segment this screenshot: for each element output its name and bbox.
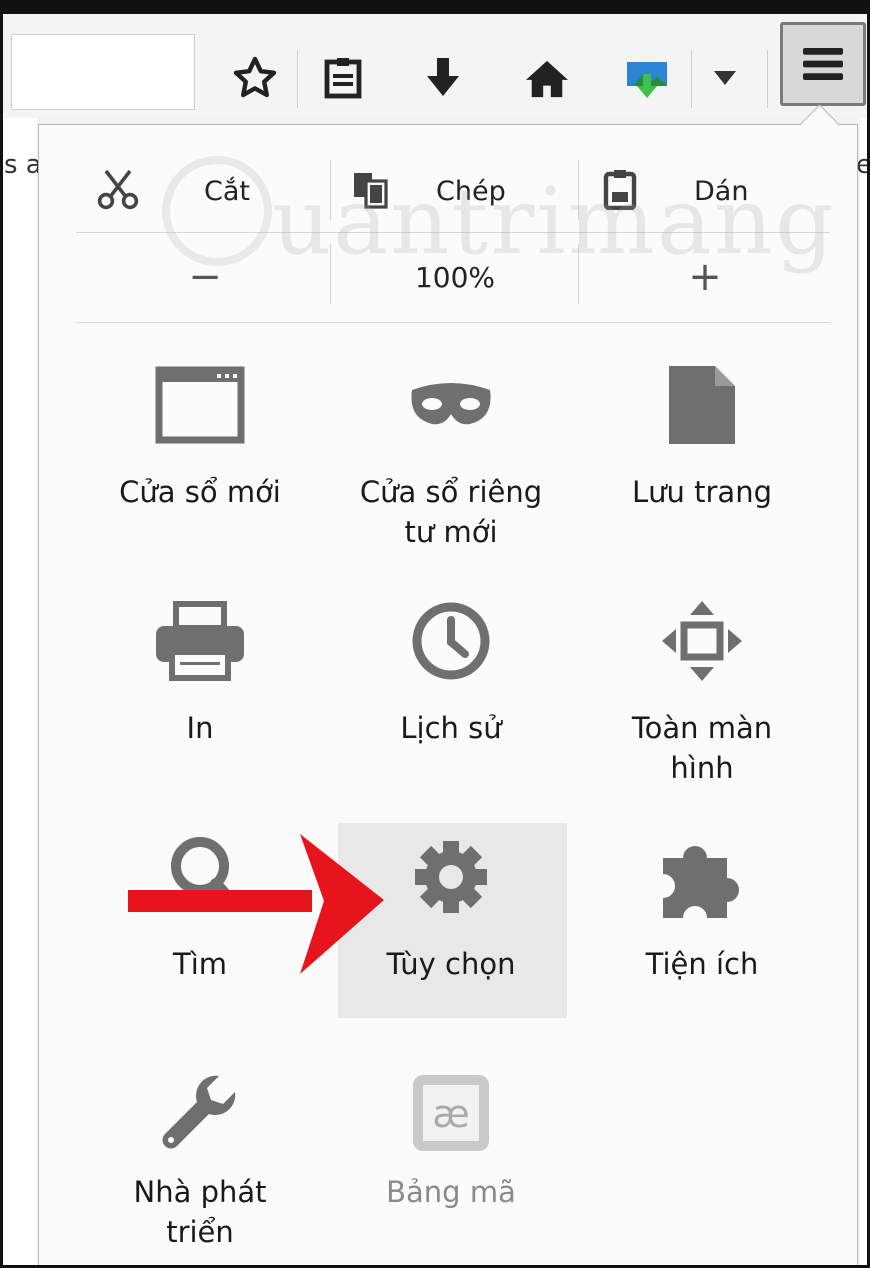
download-icon[interactable] (417, 52, 469, 104)
watermark-logo (162, 156, 272, 266)
item-label: Lưu trang (632, 475, 772, 509)
item-label-text: Nhà phát triển (133, 1175, 267, 1249)
history-clock-icon (336, 586, 566, 696)
page-content-right (860, 118, 867, 1268)
fullscreen-button[interactable]: Toàn màn hình (587, 586, 817, 788)
fullscreen-icon (587, 586, 817, 696)
printer-icon (85, 586, 315, 696)
extension-icon[interactable] (621, 52, 673, 104)
item-label: Cửa sổ mới (119, 475, 281, 509)
toolbar-separator (297, 50, 298, 108)
item-label: Nhà phát triển (85, 1172, 315, 1252)
character-encoding-button[interactable]: æ Bảng mã (336, 1058, 566, 1212)
toolbar (3, 14, 867, 118)
annotation-arrow (128, 828, 386, 982)
item-label: In (186, 711, 214, 745)
scissors-icon (96, 167, 140, 215)
svg-text:æ: æ (432, 1092, 469, 1136)
item-label: Tiện ích (645, 947, 759, 981)
item-label: Bảng mã (386, 1175, 516, 1209)
toolbar-separator (691, 50, 692, 108)
hamburger-menu-icon[interactable] (780, 22, 866, 106)
item-label: Cửa sổ riêng tư mới (336, 472, 566, 552)
character-encoding-icon: æ (336, 1058, 566, 1168)
developer-button[interactable]: Nhà phát triển (85, 1058, 315, 1252)
history-button[interactable]: Lịch sử (336, 586, 566, 748)
save-page-icon (587, 350, 817, 460)
puzzle-icon (587, 822, 817, 932)
print-button[interactable]: In (85, 586, 315, 748)
watermark-text: uantrimang (272, 168, 836, 275)
item-label-text: Cửa sổ riêng tư mới (359, 475, 543, 549)
wrench-icon (85, 1058, 315, 1168)
item-label: Toàn màn hình (587, 708, 817, 788)
new-window-button[interactable]: Cửa sổ mới (85, 350, 315, 512)
save-page-button[interactable]: Lưu trang (587, 350, 817, 512)
item-label-text: Toàn màn hình (631, 711, 773, 785)
toolbar-separator (767, 50, 768, 108)
add-ons-button[interactable]: Tiện ích (587, 822, 817, 984)
dropdown-icon[interactable] (699, 52, 751, 104)
home-icon[interactable] (521, 52, 573, 104)
url-bar[interactable] (11, 34, 195, 110)
page-text-fragment: s a (4, 150, 42, 180)
new-window-icon (85, 350, 315, 460)
private-mask-icon (336, 350, 566, 460)
cut-button[interactable] (96, 158, 140, 224)
item-label: Lịch sử (400, 711, 502, 745)
reading-list-icon[interactable] (317, 52, 369, 104)
star-icon[interactable] (229, 52, 281, 104)
page-content-left (3, 118, 37, 1268)
page-text-fragment: e (856, 150, 870, 180)
divider (76, 322, 830, 323)
private-window-button[interactable]: Cửa sổ riêng tư mới (336, 350, 566, 552)
